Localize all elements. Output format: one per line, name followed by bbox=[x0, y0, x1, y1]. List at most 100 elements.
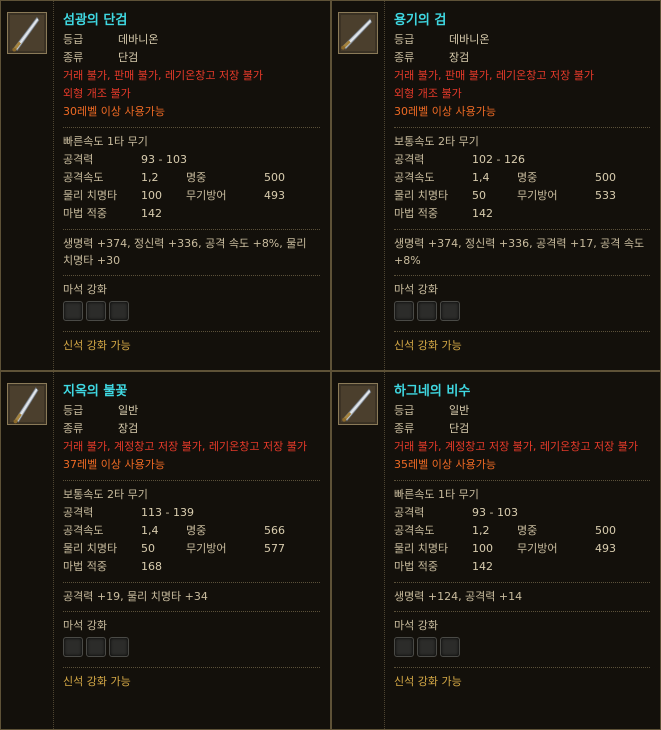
grade-label: 등급 bbox=[63, 404, 84, 417]
parry-label: 무기방어 bbox=[517, 542, 558, 555]
item-tooltip-1: 용기의 검 등급 데바니온 종류 장검 거래 불가, 판매 불가, 레기온창고 저장… bbox=[331, 0, 661, 371]
stat-row-attack: 공격력 93 - 103 bbox=[394, 504, 650, 522]
type-row: 종류 단검 bbox=[394, 420, 650, 438]
godstone-label: 신석 강화 가능 bbox=[394, 339, 462, 352]
manastone-slot[interactable] bbox=[394, 301, 414, 321]
stat-row-attack: 공격력 93 - 103 bbox=[63, 151, 320, 169]
manastone-slot[interactable] bbox=[109, 301, 129, 321]
type-value: 장검 bbox=[118, 422, 139, 435]
separator bbox=[394, 331, 650, 332]
magic-accuracy-value: 142 bbox=[472, 207, 493, 220]
type-label: 종류 bbox=[63, 422, 84, 435]
crit-label: 물리 치명타 bbox=[63, 189, 118, 202]
magic-accuracy-value: 142 bbox=[472, 560, 493, 573]
separator bbox=[63, 611, 320, 612]
dagger-icon[interactable] bbox=[7, 12, 47, 54]
grade-row: 등급 일반 bbox=[63, 402, 320, 420]
restrictions: 거래 불가, 판매 불가, 레기온창고 저장 불가 bbox=[394, 69, 595, 82]
type-row: 종류 장검 bbox=[63, 420, 320, 438]
manastone-label: 마석 강화 bbox=[394, 283, 438, 296]
crit-label: 물리 치명타 bbox=[394, 542, 449, 555]
godstone-label: 신석 강화 가능 bbox=[394, 675, 462, 688]
separator bbox=[394, 611, 650, 612]
type-label: 종류 bbox=[394, 51, 415, 64]
stat-row-magic: 마법 적중 142 bbox=[394, 205, 650, 223]
separator bbox=[63, 667, 320, 668]
manastone-slot[interactable] bbox=[417, 301, 437, 321]
attack-label: 공격력 bbox=[63, 153, 94, 166]
speed-value: 1,4 bbox=[472, 171, 490, 184]
manastone-slot[interactable] bbox=[394, 637, 414, 657]
separator bbox=[394, 480, 650, 481]
restrictions-2: 외형 개조 불가 bbox=[394, 87, 462, 100]
attack-value: 93 - 103 bbox=[472, 506, 518, 519]
speed-value: 1,2 bbox=[141, 171, 159, 184]
manastone-slots bbox=[63, 637, 320, 661]
type-label: 종류 bbox=[394, 422, 415, 435]
separator bbox=[394, 229, 650, 230]
grade-value: 일반 bbox=[449, 404, 470, 417]
speed-label: 공격속도 bbox=[63, 524, 104, 537]
speed-value: 1,4 bbox=[141, 524, 159, 537]
bonus-stats: 생명력 +374, 정신력 +336, 공격 속도 +8%, 물리 치명타 +3… bbox=[63, 237, 307, 267]
separator bbox=[63, 229, 320, 230]
manastone-slot[interactable] bbox=[86, 301, 106, 321]
stat-row-crit: 물리 치명타 50 무기방어 533 bbox=[394, 187, 650, 205]
crit-value: 50 bbox=[472, 189, 486, 202]
manastone-slot[interactable] bbox=[440, 301, 460, 321]
dagger-icon[interactable] bbox=[338, 383, 378, 425]
manastone-slot[interactable] bbox=[63, 637, 83, 657]
grade-row: 등급 데바니온 bbox=[394, 31, 650, 49]
manastone-slot[interactable] bbox=[63, 301, 83, 321]
stat-row-crit: 물리 치명타 50 무기방어 577 bbox=[63, 540, 320, 558]
stat-row-magic: 마법 적중 142 bbox=[63, 205, 320, 223]
magic-accuracy-label: 마법 적중 bbox=[394, 560, 438, 573]
level-requirement: 37레벨 이상 사용가능 bbox=[63, 458, 165, 471]
attack-label: 공격력 bbox=[63, 506, 94, 519]
bonus-stats: 공격력 +19, 물리 치명타 +34 bbox=[63, 590, 208, 603]
stat-row-magic: 마법 적중 142 bbox=[394, 558, 650, 576]
stat-row-crit: 물리 치명타 100 무기방어 493 bbox=[63, 187, 320, 205]
parry-value: 493 bbox=[264, 189, 285, 202]
type-row: 종류 단검 bbox=[63, 49, 320, 67]
grade-label: 등급 bbox=[394, 33, 415, 46]
level-requirement: 35레벨 이상 사용가능 bbox=[394, 458, 496, 471]
manastone-slot[interactable] bbox=[417, 637, 437, 657]
weapon-class: 보통속도 2타 무기 bbox=[394, 135, 479, 148]
sword-icon[interactable] bbox=[338, 12, 378, 54]
tooltip-content: 용기의 검 등급 데바니온 종류 장검 거래 불가, 판매 불가, 레기온창고 저장… bbox=[394, 11, 650, 355]
manastone-slot[interactable] bbox=[86, 637, 106, 657]
magic-accuracy-value: 168 bbox=[141, 560, 162, 573]
grade-row: 등급 일반 bbox=[394, 402, 650, 420]
speed-label: 공격속도 bbox=[394, 171, 435, 184]
magic-accuracy-label: 마법 적중 bbox=[394, 207, 438, 220]
sword-icon[interactable] bbox=[7, 383, 47, 425]
type-value: 단검 bbox=[449, 422, 470, 435]
divider-line bbox=[53, 372, 54, 729]
manastone-slot[interactable] bbox=[440, 637, 460, 657]
restrictions-2: 외형 개조 불가 bbox=[63, 87, 131, 100]
godstone-label: 신석 강화 가능 bbox=[63, 339, 131, 352]
item-tooltip-3: 하그네의 비수 등급 일반 종류 단검 거래 불가, 계정창고 저장 불가, 레기온… bbox=[331, 371, 661, 730]
separator bbox=[63, 582, 320, 583]
grade-value: 데바니온 bbox=[449, 33, 490, 46]
accuracy-label: 명중 bbox=[186, 171, 207, 184]
manastone-slots bbox=[394, 637, 650, 661]
magic-accuracy-value: 142 bbox=[141, 207, 162, 220]
stat-row-attack: 공격력 102 - 126 bbox=[394, 151, 650, 169]
attack-label: 공격력 bbox=[394, 153, 425, 166]
grade-value: 일반 bbox=[118, 404, 139, 417]
separator bbox=[394, 582, 650, 583]
separator bbox=[394, 667, 650, 668]
separator bbox=[63, 480, 320, 481]
accuracy-value: 500 bbox=[595, 171, 616, 184]
divider-line bbox=[384, 372, 385, 729]
tooltip-content: 섬광의 단검 등급 데바니온 종류 단검 거래 불가, 판매 불가, 레기온창고 저… bbox=[63, 11, 320, 355]
manastone-slot[interactable] bbox=[109, 637, 129, 657]
separator bbox=[63, 127, 320, 128]
manastone-label: 마석 강화 bbox=[63, 619, 107, 632]
crit-value: 50 bbox=[141, 542, 155, 555]
grade-row: 등급 데바니온 bbox=[63, 31, 320, 49]
stat-row-speed: 공격속도 1,2 명중 500 bbox=[394, 522, 650, 540]
stat-row-crit: 물리 치명타 100 무기방어 493 bbox=[394, 540, 650, 558]
